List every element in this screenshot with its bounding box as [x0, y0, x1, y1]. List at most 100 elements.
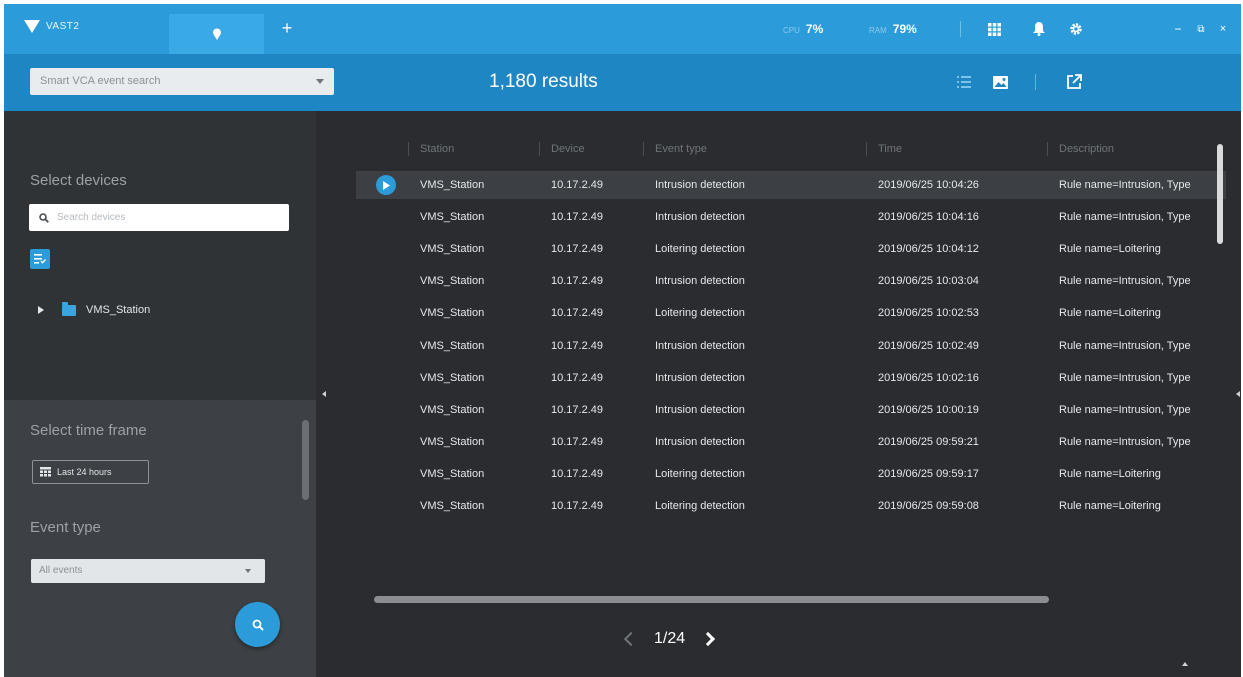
device-list-toggle-button[interactable] — [30, 249, 50, 269]
ram-label: RAM — [869, 26, 887, 35]
event-type-dropdown[interactable]: All events — [31, 559, 265, 583]
cell-station: VMS_Station — [420, 275, 485, 287]
search-icon — [39, 212, 49, 223]
table-row[interactable]: VMS_Station 10.17.2.49 Intrusion detection… — [356, 396, 1226, 424]
collapse-left-panel-icon[interactable] — [322, 391, 326, 397]
cell-device: 10.17.2.49 — [551, 468, 603, 480]
previous-page-button[interactable] — [623, 631, 639, 647]
bell-icon — [1033, 22, 1045, 36]
cell-device: 10.17.2.49 — [551, 340, 603, 352]
search-toolbar: Smart VCA event search 1,180 results — [4, 54, 1241, 111]
column-station[interactable]: Station — [408, 134, 454, 164]
cell-device: 10.17.2.49 — [551, 243, 603, 255]
table-row[interactable]: VMS_Station 10.17.2.49 Intrusion detection… — [356, 171, 1226, 199]
cell-event-type: Intrusion detection — [655, 404, 745, 416]
scroll-up-icon[interactable] — [1182, 662, 1188, 666]
cell-description: Rule name=Intrusion, Type — [1059, 340, 1191, 352]
results-count: 1,180 results — [489, 71, 598, 92]
cell-description: Rule name=Intrusion, Type — [1059, 211, 1191, 223]
cell-description: Rule name=Loitering — [1059, 307, 1161, 319]
app-window: VAST2 + CPU 7% RAM 79% − ⧉ × Smart VCA e — [4, 4, 1241, 677]
cell-station: VMS_Station — [420, 211, 485, 223]
play-button[interactable] — [376, 175, 396, 195]
table-row[interactable]: VMS_Station 10.17.2.49 Intrusion detection… — [356, 364, 1226, 392]
cell-event-type: Loitering detection — [655, 468, 745, 480]
gear-icon — [1070, 23, 1082, 35]
column-description[interactable]: Description — [1047, 134, 1114, 164]
cell-time: 2019/06/25 09:59:08 — [878, 500, 979, 512]
table-row[interactable]: VMS_Station 10.17.2.49 Loitering detection… — [356, 492, 1226, 520]
expand-arrow-icon[interactable] — [38, 306, 44, 314]
cell-station: VMS_Station — [420, 372, 485, 384]
column-event-type[interactable]: Event type — [643, 134, 707, 164]
table-row[interactable]: VMS_Station 10.17.2.49 Loitering detection… — [356, 235, 1226, 263]
list-view-icon — [957, 76, 971, 88]
cpu-value: 7% — [805, 22, 824, 36]
cell-station: VMS_Station — [420, 307, 485, 319]
list-view-button[interactable] — [954, 72, 974, 92]
cell-description: Rule name=Intrusion, Type — [1059, 372, 1191, 384]
cell-station: VMS_Station — [420, 340, 485, 352]
device-search-input[interactable]: Search devices — [29, 204, 289, 231]
close-button[interactable]: × — [1213, 19, 1233, 39]
cell-station: VMS_Station — [420, 436, 485, 448]
cell-description: Rule name=Intrusion, Type — [1059, 275, 1191, 287]
grid-button[interactable] — [984, 19, 1004, 39]
cell-time: 2019/06/25 10:02:53 — [878, 307, 979, 319]
cell-device: 10.17.2.49 — [551, 275, 603, 287]
cell-device: 10.17.2.49 — [551, 372, 603, 384]
app-name: VAST2 — [46, 21, 80, 32]
select-devices-title: Select devices — [30, 172, 127, 189]
cpu-label: CPU — [783, 26, 800, 35]
cell-device: 10.17.2.49 — [551, 211, 603, 223]
column-time[interactable]: Time — [866, 134, 902, 164]
thumbnail-view-button[interactable] — [990, 72, 1010, 92]
table-row[interactable]: VMS_Station 10.17.2.49 Loitering detection… — [356, 460, 1226, 488]
next-page-button[interactable] — [701, 631, 716, 647]
grid-icon — [987, 22, 1001, 36]
page-indicator: 1/24 — [654, 630, 686, 647]
device-panel — [4, 111, 316, 400]
cell-time: 2019/06/25 10:02:49 — [878, 340, 979, 352]
search-mode-value: Smart VCA event search — [40, 75, 161, 87]
notifications-button[interactable] — [1029, 19, 1049, 39]
add-tab-button[interactable]: + — [277, 18, 297, 38]
time-frame-value: Last 24 hours — [57, 467, 112, 477]
results-table-header: Station Device Event type Time Descripti… — [356, 134, 1226, 164]
cell-device: 10.17.2.49 — [551, 307, 603, 319]
table-row[interactable]: VMS_Station 10.17.2.49 Intrusion detection… — [356, 428, 1226, 456]
search-button[interactable] — [235, 602, 280, 647]
cell-time: 2019/06/25 09:59:17 — [878, 468, 979, 480]
minimize-button[interactable]: − — [1168, 19, 1188, 39]
table-vertical-scrollbar[interactable] — [1217, 144, 1223, 244]
restore-button[interactable]: ⧉ — [1191, 19, 1211, 39]
cell-event-type: Loitering detection — [655, 307, 745, 319]
device-search-placeholder: Search devices — [57, 212, 126, 223]
table-horizontal-scrollbar[interactable] — [374, 596, 1049, 603]
table-row[interactable]: VMS_Station 10.17.2.49 Intrusion detection… — [356, 203, 1226, 231]
cell-time: 2019/06/25 09:59:21 — [878, 436, 979, 448]
image-icon — [992, 75, 1008, 89]
pin-icon — [212, 28, 221, 40]
tree-item-vms-station[interactable]: VMS_Station — [38, 301, 150, 316]
vast-logo-icon — [24, 20, 40, 33]
tab-event-search[interactable] — [169, 14, 264, 54]
ram-value: 79% — [892, 22, 917, 36]
table-row[interactable]: VMS_Station 10.17.2.49 Intrusion detection… — [356, 332, 1226, 360]
export-button[interactable] — [1064, 72, 1084, 92]
settings-button[interactable] — [1066, 19, 1086, 39]
cell-event-type: Intrusion detection — [655, 275, 745, 287]
filter-panel-scrollbar[interactable] — [302, 420, 309, 500]
column-device[interactable]: Device — [539, 134, 585, 164]
collapse-right-panel-icon[interactable] — [1236, 391, 1240, 397]
search-mode-dropdown[interactable]: Smart VCA event search — [30, 68, 334, 95]
cell-event-type: Intrusion detection — [655, 340, 745, 352]
table-row[interactable]: VMS_Station 10.17.2.49 Intrusion detection… — [356, 267, 1226, 295]
select-time-frame-title: Select time frame — [30, 422, 147, 439]
time-frame-button[interactable]: Last 24 hours — [32, 460, 149, 484]
cell-description: Rule name=Intrusion, Type — [1059, 179, 1191, 191]
cell-device: 10.17.2.49 — [551, 404, 603, 416]
cell-event-type: Loitering detection — [655, 243, 745, 255]
table-row[interactable]: VMS_Station 10.17.2.49 Loitering detection… — [356, 299, 1226, 327]
divider — [1035, 74, 1036, 90]
